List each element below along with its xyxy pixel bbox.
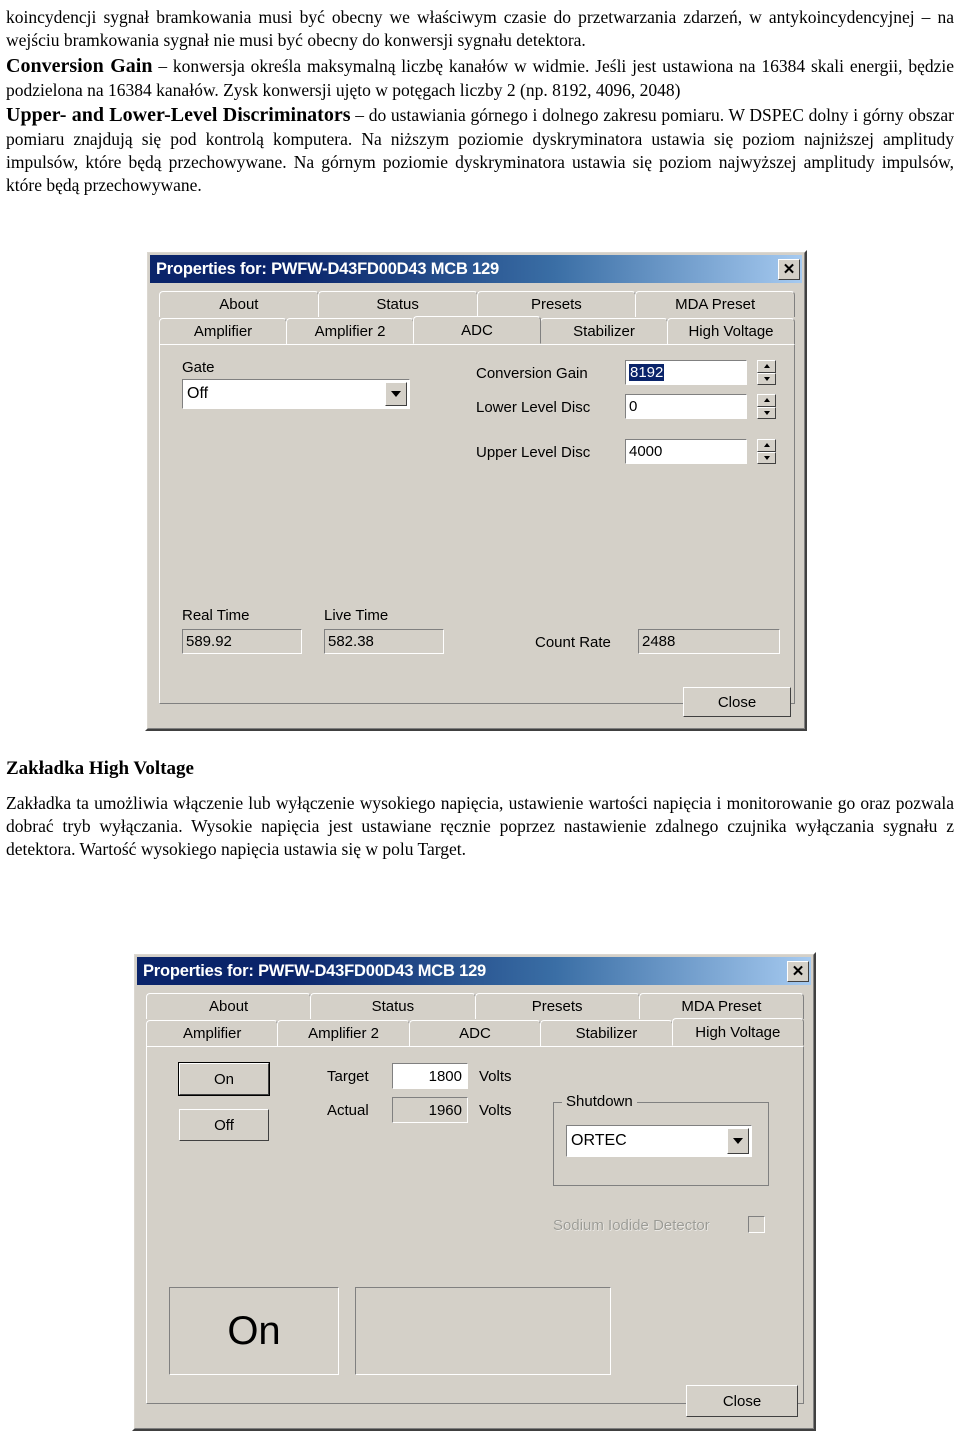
tab-status[interactable]: Status: [310, 993, 476, 1019]
tab-adc[interactable]: ADC: [413, 316, 541, 344]
heading-high-voltage: Zakładka High Voltage: [6, 758, 194, 779]
close-button[interactable]: Close: [686, 1385, 798, 1417]
titlebar-adc[interactable]: Properties for: PWFW-D43FD00D43 MCB 129 …: [150, 255, 802, 283]
paragraph-intro: koincydencji sygnał bramkowania musi być…: [6, 7, 954, 50]
hv-off-button[interactable]: Off: [179, 1109, 269, 1141]
lower-level-disc-label: Lower Level Disc: [476, 399, 591, 416]
shutdown-select-value: ORTEC: [571, 1132, 627, 1149]
tab-status[interactable]: Status: [317, 291, 478, 317]
tab-about[interactable]: About: [159, 291, 319, 317]
target-value: 1800: [428, 1067, 462, 1085]
shutdown-group-label: Shutdown: [562, 1093, 637, 1110]
tabstrip-high-voltage: About Status Presets MDA Preset Amplifie…: [146, 993, 805, 1046]
live-time-value-field: 582.38: [324, 629, 444, 654]
conversion-gain-stepper[interactable]: [757, 360, 776, 385]
real-time-value-field: 589.92: [182, 629, 302, 654]
actual-unit-label: Volts: [479, 1102, 512, 1119]
upper-level-disc-stepper[interactable]: [757, 439, 776, 464]
hv-on-button[interactable]: On: [178, 1062, 270, 1096]
gate-select-value: Off: [187, 385, 209, 402]
close-icon[interactable]: ✕: [787, 960, 809, 982]
tab-amplifier[interactable]: Amplifier: [146, 1020, 279, 1046]
actual-value-field: 1960: [392, 1097, 468, 1123]
live-time-label: Live Time: [324, 607, 389, 624]
chevron-down-icon[interactable]: [385, 382, 407, 406]
titlebar-high-voltage[interactable]: Properties for: PWFW-D43FD00D43 MCB 129 …: [137, 957, 811, 985]
tabpanel-adc: Gate Off Conversion Gain 8192 Lower Leve…: [159, 344, 795, 704]
tab-row-bottom: Amplifier Amplifier 2 ADC Stabilizer Hig…: [159, 316, 795, 344]
stepper-down-icon[interactable]: [757, 406, 776, 419]
lower-level-disc-input[interactable]: 0: [625, 394, 747, 419]
target-label: Target: [327, 1068, 369, 1085]
document-text-middle: Zakładka High Voltage Zakładka ta umożli…: [6, 758, 954, 861]
close-button[interactable]: Close: [683, 687, 791, 717]
tab-mda-preset[interactable]: MDA Preset: [638, 993, 804, 1019]
dialog-title: Properties for: PWFW-D43FD00D43 MCB 129: [156, 259, 500, 278]
upper-level-disc-label: Upper Level Disc: [476, 444, 591, 461]
tab-stabilizer[interactable]: Stabilizer: [540, 318, 668, 344]
paragraph-conversion-gain: Conversion Gain – konwersja określa maks…: [6, 53, 954, 102]
tab-high-voltage[interactable]: High Voltage: [671, 1018, 805, 1046]
properties-dialog-high-voltage[interactable]: Properties for: PWFW-D43FD00D43 MCB 129 …: [132, 952, 816, 1431]
chevron-down-icon[interactable]: [727, 1128, 749, 1154]
live-time-value: 582.38: [328, 633, 374, 650]
target-unit-label: Volts: [479, 1068, 512, 1085]
stepper-up-icon[interactable]: [757, 360, 776, 373]
tab-about[interactable]: About: [146, 993, 312, 1019]
dialog-title: Properties for: PWFW-D43FD00D43 MCB 129: [143, 961, 487, 980]
shutdown-select[interactable]: ORTEC: [566, 1125, 752, 1157]
properties-dialog-adc[interactable]: Properties for: PWFW-D43FD00D43 MCB 129 …: [145, 250, 807, 731]
term-conversion-gain: Conversion Gain: [6, 54, 153, 77]
tab-amplifier-2[interactable]: Amplifier 2: [286, 318, 414, 344]
tab-amplifier[interactable]: Amplifier: [159, 318, 287, 344]
target-input[interactable]: 1800: [392, 1063, 468, 1089]
tab-row-bottom: Amplifier Amplifier 2 ADC Stabilizer Hig…: [146, 1018, 805, 1046]
tab-high-voltage[interactable]: High Voltage: [667, 318, 795, 344]
document-text-top: koincydencji sygnał bramkowania musi być…: [0, 0, 960, 197]
actual-value: 1960: [428, 1101, 462, 1119]
sodium-iodide-detector-label: Sodium Iodide Detector: [553, 1217, 710, 1234]
stepper-up-icon[interactable]: [757, 394, 776, 407]
real-time-value: 589.92: [186, 633, 232, 650]
tab-presets[interactable]: Presets: [474, 993, 640, 1019]
conversion-gain-label: Conversion Gain: [476, 365, 588, 382]
paragraph-high-voltage: Zakładka ta umożliwia włączenie lub wyłą…: [6, 793, 954, 859]
stepper-up-icon[interactable]: [757, 439, 776, 452]
conversion-gain-value: 8192: [629, 364, 665, 381]
count-rate-label: Count Rate: [535, 634, 611, 651]
stepper-down-icon[interactable]: [757, 451, 776, 464]
tab-mda-preset[interactable]: MDA Preset: [635, 291, 795, 317]
conversion-gain-input[interactable]: 8192: [625, 360, 747, 385]
tab-row-top: About Status Presets MDA Preset: [159, 291, 795, 317]
tabpanel-high-voltage: On Off Target 1800 Volts Actual 1960 Vol…: [146, 1046, 804, 1404]
term-discriminators: Upper- and Lower-Level Discriminators: [6, 104, 351, 127]
upper-level-disc-input[interactable]: 4000: [625, 439, 747, 464]
upper-level-disc-value: 4000: [629, 443, 663, 460]
count-rate-value: 2488: [642, 633, 676, 650]
tab-adc[interactable]: ADC: [408, 1020, 542, 1046]
stepper-down-icon[interactable]: [757, 372, 776, 385]
lower-level-disc-value: 0: [629, 398, 638, 415]
tab-row-top: About Status Presets MDA Preset: [146, 993, 804, 1019]
shutdown-groupbox: Shutdown ORTEC: [553, 1093, 769, 1186]
tabstrip-adc: About Status Presets MDA Preset Amplifie…: [159, 291, 795, 344]
gate-select[interactable]: Off: [182, 379, 410, 409]
paragraph-discriminators: Upper- and Lower-Level Discriminators – …: [6, 102, 954, 196]
close-icon[interactable]: ✕: [778, 258, 800, 280]
tab-stabilizer[interactable]: Stabilizer: [540, 1020, 673, 1046]
sodium-iodide-detector-checkbox[interactable]: [748, 1216, 765, 1233]
tab-amplifier-2[interactable]: Amplifier 2: [277, 1020, 410, 1046]
hv-status-detail-display: [355, 1287, 611, 1375]
count-rate-value-field: 2488: [638, 629, 780, 654]
real-time-label: Real Time: [182, 607, 250, 624]
lower-level-disc-stepper[interactable]: [757, 394, 776, 419]
gate-label: Gate: [182, 359, 215, 376]
tab-presets[interactable]: Presets: [476, 291, 637, 317]
hv-status-display: On: [169, 1287, 339, 1375]
actual-label: Actual: [327, 1102, 369, 1119]
